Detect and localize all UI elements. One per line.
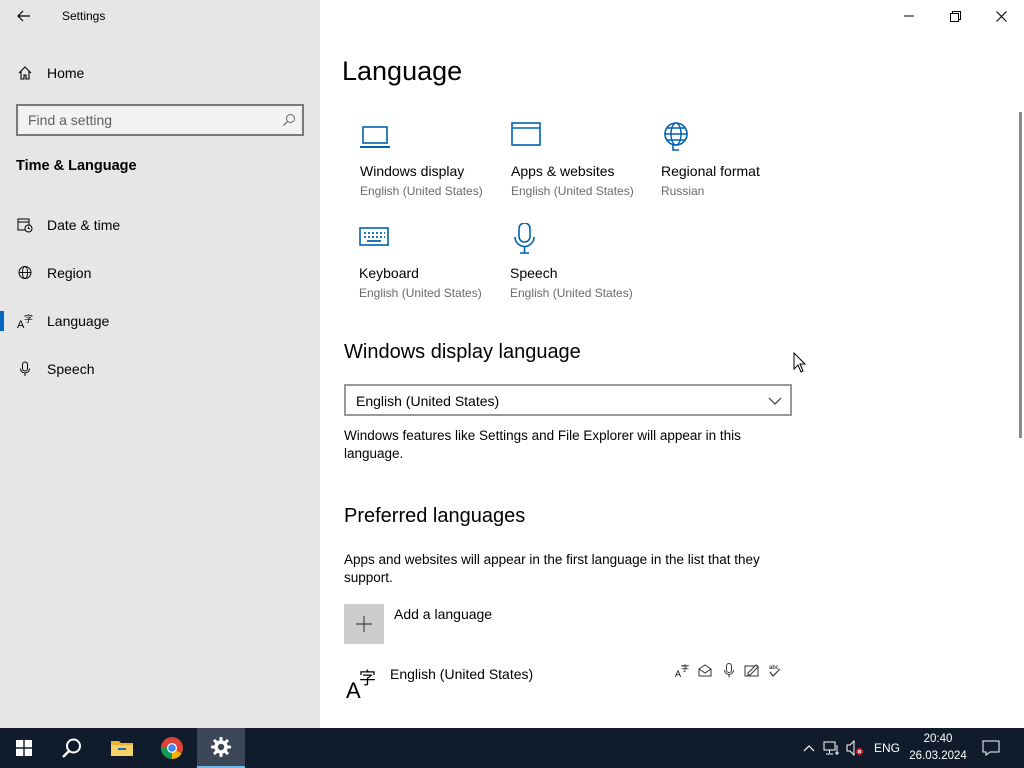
tile-label: Apps & websites [511,163,615,179]
clock-date: 26.03.2024 [909,750,967,762]
page-title: Language [342,56,463,86]
mouse-cursor-icon [793,352,806,373]
date-time-icon [16,216,34,234]
tile-regional-format[interactable]: Regional format Russian [661,121,801,211]
clock-time: 20:40 [923,733,953,745]
tray-overflow-button[interactable] [800,739,818,757]
app-title: Settings [62,9,106,23]
search-input[interactable] [18,106,278,134]
network-icon [823,741,839,755]
chevron-down-icon [768,397,782,405]
action-center-button[interactable] [982,739,1000,757]
network-tray-button[interactable] [823,739,841,757]
tile-windows-display[interactable]: Windows display English (United States) [360,121,500,211]
restore-button[interactable] [932,0,978,32]
sidebar-item-label: Date & time [47,217,121,233]
tile-keyboard[interactable]: Keyboard English (United States) [359,223,499,313]
tile-label: Speech [510,265,558,281]
handwriting-icon [743,662,760,679]
taskbar: ENG 20:40 26.03.2024 [0,728,1024,768]
display-language-heading: Windows display language [344,341,581,363]
search-icon [283,114,295,126]
sidebar-item-label: Home [47,65,85,81]
dropdown-selected-value: English (United States) [356,393,500,409]
laptop-icon [360,126,390,148]
volume-tray-button[interactable] [846,739,864,757]
chrome-button[interactable] [148,728,196,768]
tile-sub: Russian [661,184,705,198]
sidebar-item-region[interactable]: Region [0,253,320,293]
svg-text:abc: abc [769,665,779,671]
tile-label: Keyboard [359,265,419,281]
minimize-icon [904,15,914,17]
tile-sub: English (United States) [510,286,633,300]
search-icon [62,738,81,758]
chevron-up-icon [803,745,815,752]
tile-label: Regional format [661,163,760,179]
add-language-label[interactable]: Add a language [394,606,492,622]
browser-window-icon [511,122,541,146]
back-button[interactable] [8,0,40,32]
speech-recognition-icon [720,662,737,679]
language-feature-icons: A字 abc [674,662,783,679]
tile-speech[interactable]: Speech English (United States) [510,223,650,313]
sidebar-item-label: Speech [47,361,95,377]
file-explorer-button[interactable] [98,728,146,768]
sidebar-item-date-time[interactable]: Date & time [0,205,320,245]
add-language-button[interactable] [344,604,384,644]
settings-taskbar-button[interactable] [197,728,245,768]
start-button[interactable] [0,728,48,768]
tile-sub: English (United States) [360,184,483,198]
microphone-icon [16,360,34,378]
microphone-icon [514,223,535,254]
display-language-icon: A字 [674,662,691,679]
region-globe-icon [16,264,34,282]
sidebar: Settings Home Time & Language Date & tim… [0,0,320,728]
close-button[interactable] [978,0,1024,32]
tile-sub: English (United States) [511,184,634,198]
volume-muted-icon [846,740,863,756]
close-icon [995,10,1007,22]
back-arrow-icon [17,10,30,22]
sidebar-item-home[interactable]: Home [0,53,320,93]
sidebar-item-language[interactable]: A字 Language [0,301,320,341]
tile-sub: English (United States) [359,286,482,300]
restore-icon [949,10,961,22]
windows-start-icon [16,740,32,756]
chrome-icon [161,737,183,759]
settings-gear-icon [211,737,231,757]
language-item-name[interactable]: English (United States) [390,666,533,682]
sidebar-item-label: Region [47,265,92,281]
preferred-languages-heading: Preferred languages [344,505,526,527]
display-language-dropdown[interactable]: English (United States) [344,384,792,416]
svg-text:字: 字 [681,663,689,673]
home-icon [16,64,34,82]
sidebar-item-label: Language [47,313,110,329]
text-to-speech-icon [697,662,714,679]
minimize-button[interactable] [886,0,932,32]
plus-icon [356,616,372,632]
taskbar-search-button[interactable] [48,728,96,768]
svg-text:字: 字 [24,313,33,325]
language-icon: A字 [16,312,34,330]
scrollbar-thumb[interactable] [1019,112,1022,438]
taskbar-clock[interactable]: 20:40 26.03.2024 [906,731,970,765]
section-title: Time & Language [16,158,137,174]
preferred-languages-description: Apps and websites will appear in the fir… [344,552,760,585]
keyboard-icon [359,227,389,246]
notification-icon [982,740,1000,756]
tile-apps-websites[interactable]: Apps & websites English (United States) [511,121,651,211]
search-field[interactable] [16,104,304,136]
file-explorer-icon [111,741,133,756]
globe-icon [664,122,688,151]
svg-text:字: 字 [359,669,376,689]
input-language-indicator[interactable]: ENG [874,741,900,755]
tile-label: Windows display [360,163,465,179]
language-glyph-icon: A字 [346,669,376,700]
sidebar-item-speech[interactable]: Speech [0,349,320,389]
spell-check-icon: abc [766,662,783,679]
display-language-description: Windows features like Settings and File … [344,428,741,461]
